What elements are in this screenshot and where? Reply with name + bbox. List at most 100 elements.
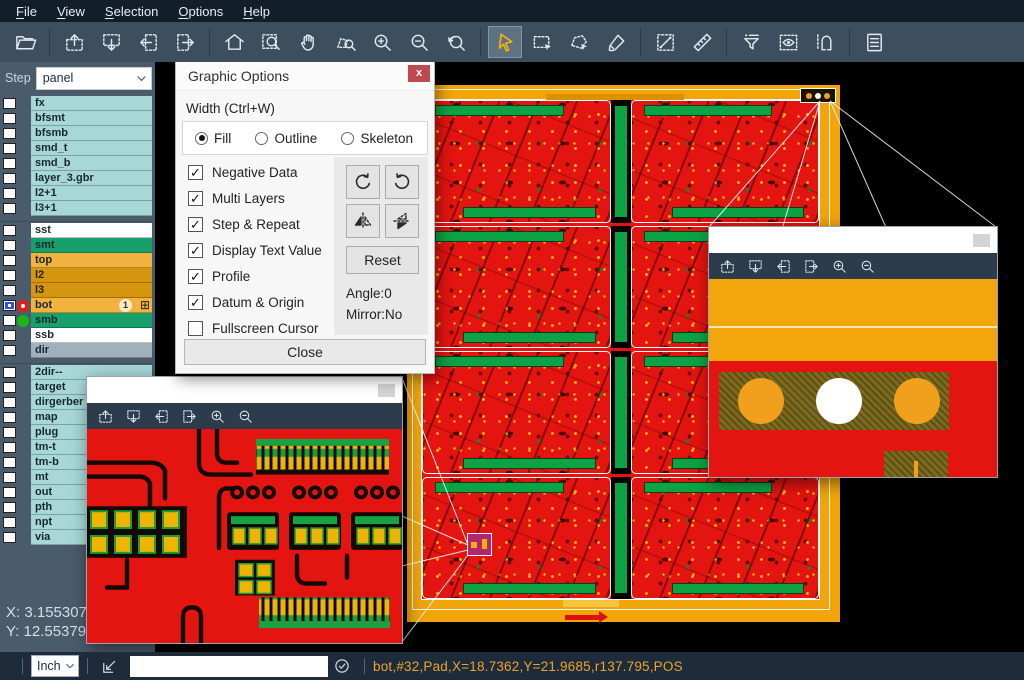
radio-skeleton[interactable]: Skeleton: [341, 131, 413, 146]
menu-item-view[interactable]: View: [47, 4, 95, 19]
report-tool-button[interactable]: [857, 26, 891, 58]
layer-visibility-checkbox[interactable]: [3, 173, 16, 184]
layer-visibility-checkbox[interactable]: [3, 98, 16, 109]
measure-line-tool-button[interactable]: [648, 26, 682, 58]
layer-name[interactable]: bfsmt: [31, 111, 152, 126]
layer-name[interactable]: smd_b: [31, 156, 152, 171]
move-view-left-button[interactable]: [775, 258, 792, 275]
zoom-out-button[interactable]: [237, 408, 254, 425]
view-options-tool-button[interactable]: [771, 26, 805, 58]
layer-visibility-checkbox[interactable]: [3, 240, 16, 251]
menu-item-options[interactable]: Options: [168, 4, 233, 19]
layer-name[interactable]: bfsmb: [31, 126, 152, 141]
menu-item-file[interactable]: File: [6, 4, 47, 19]
checkbox-negative-data[interactable]: Negative Data: [188, 159, 322, 185]
close-button[interactable]: Close: [184, 339, 426, 365]
checkbox-datum-origin[interactable]: Datum & Origin: [188, 289, 322, 315]
checkbox-multi-layers[interactable]: Multi Layers: [188, 185, 322, 211]
layer-visibility-checkbox[interactable]: [3, 270, 16, 281]
flip-vertical-button[interactable]: [385, 204, 419, 238]
layer-visibility-checkbox[interactable]: [3, 472, 16, 483]
move-view-right-button[interactable]: [803, 258, 820, 275]
layer-name[interactable]: l2: [31, 268, 152, 283]
layer-visibility-checkbox[interactable]: [3, 345, 16, 356]
layer-name[interactable]: l3+1: [31, 201, 152, 216]
checkbox-step-repeat[interactable]: Step & Repeat: [188, 211, 322, 237]
layer-name[interactable]: fx: [31, 96, 152, 111]
rect-select-tool-button[interactable]: [525, 26, 559, 58]
menu-item-selection[interactable]: Selection: [95, 4, 168, 19]
layer-visibility-checkbox[interactable]: [3, 188, 16, 199]
move-view-up-button[interactable]: [97, 408, 114, 425]
step-selector[interactable]: panel: [36, 67, 152, 90]
layer-visibility-checkbox[interactable]: [3, 457, 16, 468]
unit-selector[interactable]: Inch: [31, 655, 79, 677]
zoom-in-button[interactable]: [831, 258, 848, 275]
zoom-out-button[interactable]: [859, 258, 876, 275]
zoom-window-tool-button[interactable]: [254, 26, 288, 58]
checkbox-fullscreen-cursor[interactable]: Fullscreen Cursor: [188, 315, 322, 341]
layer-visibility-checkbox[interactable]: [3, 255, 16, 266]
layer-visibility-checkbox[interactable]: [3, 315, 16, 326]
layer-visibility-checkbox[interactable]: [3, 442, 16, 453]
layer-visibility-checkbox[interactable]: [3, 427, 16, 438]
layer-visibility-checkbox[interactable]: [3, 300, 16, 311]
rotate-ccw-button[interactable]: [385, 165, 419, 199]
brush-tool-button[interactable]: [599, 26, 633, 58]
layer-name[interactable]: smt: [31, 238, 152, 253]
layer-visibility-checkbox[interactable]: [3, 532, 16, 543]
checkbox-profile[interactable]: Profile: [188, 263, 322, 289]
layer-visibility-checkbox[interactable]: [3, 397, 16, 408]
layer-name[interactable]: top: [31, 253, 152, 268]
zoom-in-tool-button[interactable]: [365, 26, 399, 58]
step-repeat-grid-icon[interactable]: ⊞: [140, 298, 150, 313]
layer-visibility-checkbox[interactable]: [3, 502, 16, 513]
layer-visibility-checkbox[interactable]: [3, 330, 16, 341]
zoom-previous-tool-button[interactable]: [439, 26, 473, 58]
layer-visibility-checkbox[interactable]: [3, 128, 16, 139]
move-view-up-tool-button[interactable]: [57, 26, 91, 58]
ruler-tool-button[interactable]: [685, 26, 719, 58]
command-input[interactable]: [130, 656, 328, 677]
layer-visibility-checkbox[interactable]: [3, 203, 16, 214]
polygon-select-tool-button[interactable]: [562, 26, 596, 58]
move-view-up-button[interactable]: [719, 258, 736, 275]
layer-visibility-checkbox[interactable]: [3, 367, 16, 378]
layer-name[interactable]: smb: [31, 313, 152, 328]
zoom-out-tool-button[interactable]: [402, 26, 436, 58]
layer-visibility-checkbox[interactable]: [3, 113, 16, 124]
layer-name[interactable]: l2+1: [31, 186, 152, 201]
layer-visibility-checkbox[interactable]: [3, 412, 16, 423]
zoom-polygon-tool-button[interactable]: [328, 26, 362, 58]
move-view-down-button[interactable]: [747, 258, 764, 275]
home-view-tool-button[interactable]: [217, 26, 251, 58]
radio-outline[interactable]: Outline: [255, 131, 317, 146]
window-menu-button[interactable]: [973, 234, 990, 247]
dialog-close-button[interactable]: x: [408, 65, 430, 82]
move-view-left-button[interactable]: [153, 408, 170, 425]
filter-tool-button[interactable]: [734, 26, 768, 58]
open-project-tool-button[interactable]: [8, 26, 42, 58]
layer-name[interactable]: ssb: [31, 328, 152, 343]
radio-fill[interactable]: Fill: [195, 131, 231, 146]
layer-name[interactable]: bot1⊞: [31, 298, 152, 313]
layer-name[interactable]: dir: [31, 343, 152, 358]
window-menu-button[interactable]: [378, 384, 395, 397]
move-view-down-button[interactable]: [125, 408, 142, 425]
select-tool-button[interactable]: [488, 26, 522, 58]
move-view-right-button[interactable]: [181, 408, 198, 425]
move-view-right-tool-button[interactable]: [168, 26, 202, 58]
rotate-cw-button[interactable]: [346, 165, 380, 199]
layer-visibility-checkbox[interactable]: [3, 285, 16, 296]
zoom-in-button[interactable]: [209, 408, 226, 425]
move-view-left-tool-button[interactable]: [131, 26, 165, 58]
layer-visibility-checkbox[interactable]: [3, 225, 16, 236]
layer-visibility-checkbox[interactable]: [3, 517, 16, 528]
datum-icon[interactable]: [100, 656, 120, 676]
sync-icon[interactable]: [332, 656, 352, 676]
checkbox-display-text-value[interactable]: Display Text Value: [188, 237, 322, 263]
reset-button[interactable]: Reset: [346, 246, 419, 274]
layer-name[interactable]: layer_3.gbr: [31, 171, 152, 186]
pan-tool-button[interactable]: [291, 26, 325, 58]
menu-item-help[interactable]: Help: [233, 4, 280, 19]
